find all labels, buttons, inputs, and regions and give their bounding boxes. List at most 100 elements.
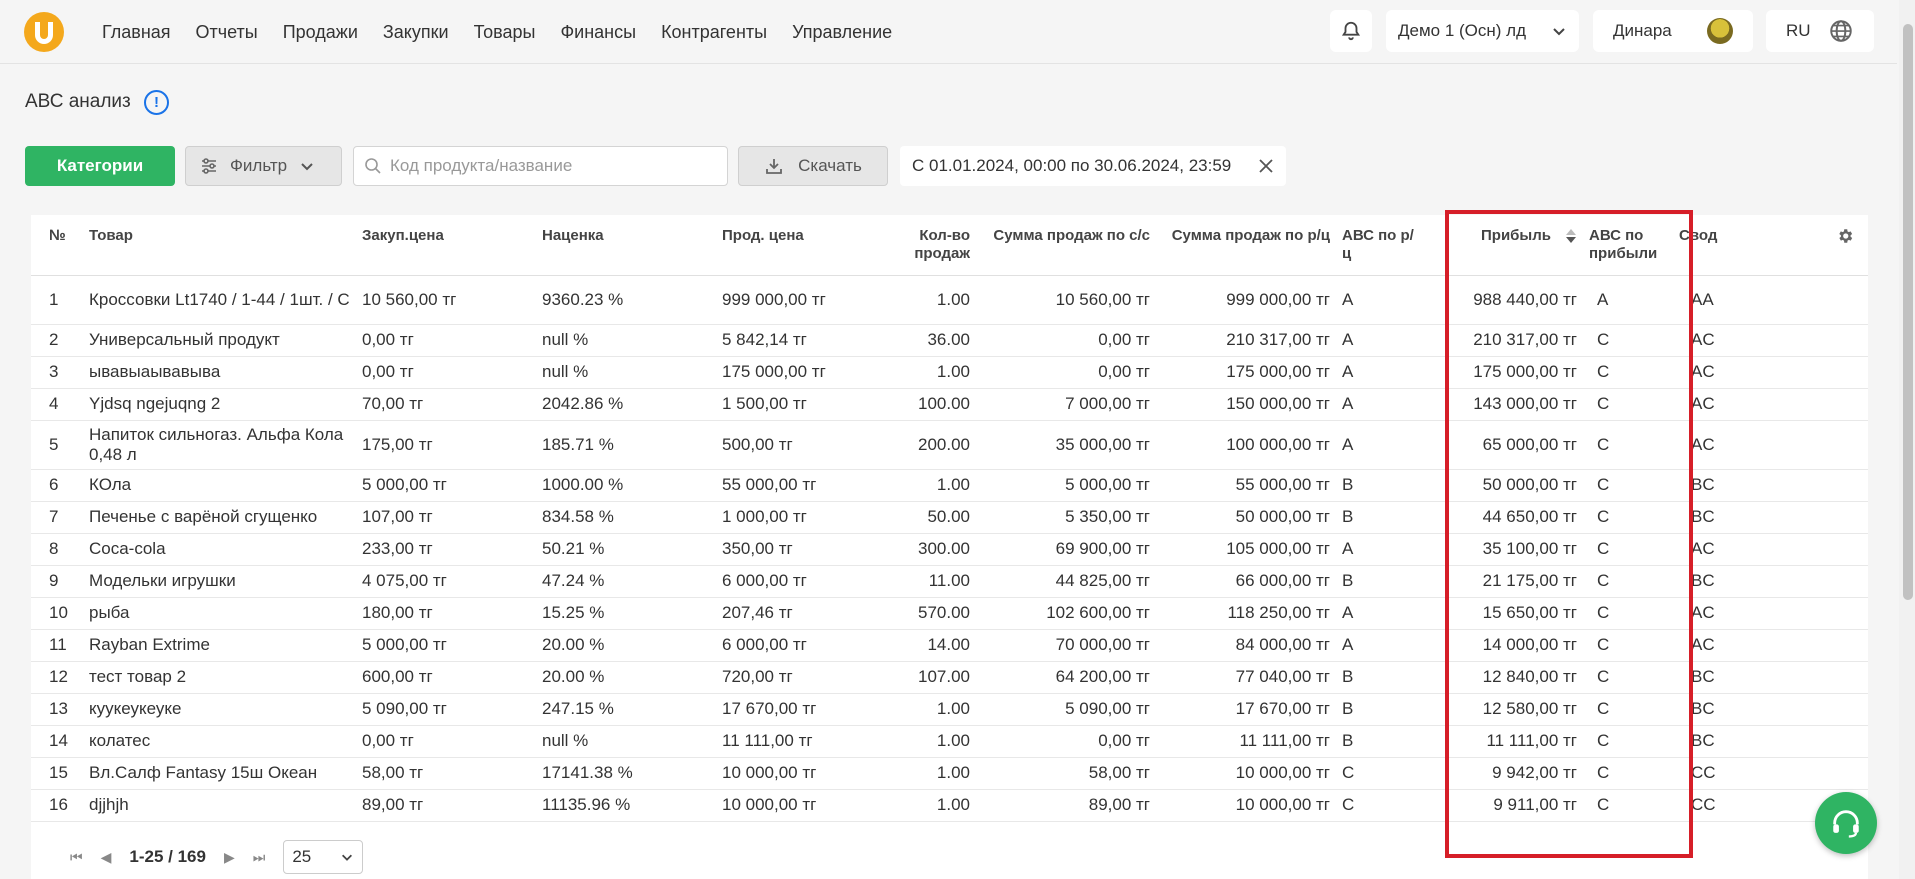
chevron-down-icon: [342, 854, 353, 861]
header-profit[interactable]: Прибыль: [1429, 215, 1583, 276]
cell-svod: BC: [1673, 501, 1868, 534]
cell-abc-retail: C: [1336, 789, 1429, 822]
cell-sale-price: 10 000,00 тг: [716, 789, 876, 822]
cell-profit: 12 840,00 тг: [1429, 661, 1583, 694]
cell-markup: 11135.96 %: [536, 789, 716, 822]
table-row[interactable]: 10 рыба 180,00 тг 15.25 % 207,46 тг 570.00 102…: [31, 597, 1868, 630]
header-abc-profit: АВС по прибыли: [1583, 215, 1673, 276]
page-size-select[interactable]: 25: [283, 840, 364, 874]
nav-item-reports[interactable]: Отчеты: [196, 22, 258, 43]
cell-qty: 36.00: [876, 324, 976, 357]
table-row[interactable]: 7 Печенье с варёной сгущенко 107,00 тг 834.…: [31, 501, 1868, 534]
logo[interactable]: [24, 12, 64, 52]
notifications-button[interactable]: [1330, 10, 1372, 52]
cell-abc-profit: C: [1583, 324, 1673, 357]
download-button[interactable]: Скачать: [738, 146, 888, 186]
table-row[interactable]: 16 djjhjh 89,00 тг 11135.96 % 10 000,00 тг 1.…: [31, 789, 1868, 822]
nav-item-finance[interactable]: Финансы: [560, 22, 636, 43]
company-select[interactable]: Демо 1 (Осн) лд: [1386, 10, 1579, 52]
table-row[interactable]: 6 КОла 5 000,00 тг 1000.00 % 55 000,00 тг 1.0…: [31, 469, 1868, 502]
top-navbar: Главная Отчеты Продажи Закупки Товары Фи…: [0, 0, 1897, 64]
nav-item-sales[interactable]: Продажи: [283, 22, 358, 43]
cell-abc-retail: A: [1336, 356, 1429, 389]
cell-qty: 1.00: [876, 757, 976, 790]
next-page-icon[interactable]: ▶: [224, 849, 235, 866]
abc-table: № Товар Закуп.цена Наценка Прод. цена Ко…: [31, 215, 1868, 822]
cell-profit: 15 650,00 тг: [1429, 597, 1583, 630]
cell-profit: 11 111,00 тг: [1429, 725, 1583, 758]
cell-abc-profit: C: [1583, 533, 1673, 566]
cell-markup: 9360.23 %: [536, 275, 716, 325]
nav-item-products[interactable]: Товары: [474, 22, 536, 43]
nav-item-contractors[interactable]: Контрагенты: [661, 22, 767, 43]
cell-sum-retail: 84 000,00 тг: [1156, 629, 1336, 662]
table-row[interactable]: 11 Rayban Extrime 5 000,00 тг 20.00 % 6 000,…: [31, 629, 1868, 662]
cell-markup: 247.15 %: [536, 693, 716, 726]
cell-sale-price: 1 000,00 тг: [716, 501, 876, 534]
cell-product: Кроссовки Lt1740 / 1-44 / 1шт. / С: [83, 275, 356, 325]
cell-product: Универсальный продукт: [83, 324, 356, 357]
cell-buy-price: 175,00 тг: [356, 420, 536, 470]
cell-abc-profit: C: [1583, 693, 1673, 726]
table-row[interactable]: 14 колатес 0,00 тг null % 11 111,00 тг 1.00 0,…: [31, 725, 1868, 758]
user-menu-button[interactable]: Динара: [1593, 10, 1753, 52]
cell-product: Rayban Extrime: [83, 629, 356, 662]
nav-item-home[interactable]: Главная: [102, 22, 171, 43]
cell-sale-price: 6 000,00 тг: [716, 629, 876, 662]
cell-svod: BC: [1673, 565, 1868, 598]
cell-profit: 65 000,00 тг: [1429, 420, 1583, 470]
cell-abc-profit: C: [1583, 789, 1673, 822]
table-row[interactable]: 8 Coca-cola 233,00 тг 50.21 % 350,00 тг 300.0…: [31, 533, 1868, 566]
cell-buy-price: 233,00 тг: [356, 533, 536, 566]
cell-buy-price: 0,00 тг: [356, 356, 536, 389]
cell-no: 2: [31, 324, 83, 357]
nav-item-purchases[interactable]: Закупки: [383, 22, 449, 43]
cell-buy-price: 89,00 тг: [356, 789, 536, 822]
last-page-icon[interactable]: ⏭: [253, 849, 266, 866]
cell-qty: 1.00: [876, 693, 976, 726]
cell-sum-retail: 210 317,00 тг: [1156, 324, 1336, 357]
cell-buy-price: 180,00 тг: [356, 597, 536, 630]
scrollbar-thumb[interactable]: [1903, 24, 1913, 600]
nav-item-management[interactable]: Управление: [792, 22, 892, 43]
cell-sale-price: 207,46 тг: [716, 597, 876, 630]
table-row[interactable]: 3 ывавыаывавыва 0,00 тг null % 175 000,00 тг…: [31, 356, 1868, 389]
table-row[interactable]: 5 Напиток сильногаз. Альфа Кола 0,48 л 175…: [31, 420, 1868, 470]
table-row[interactable]: 12 тест товар 2 600,00 тг 20.00 % 720,00 тг 1…: [31, 661, 1868, 694]
close-icon[interactable]: [1258, 158, 1274, 174]
sort-icon[interactable]: [1565, 227, 1577, 245]
cell-abc-retail: A: [1336, 597, 1429, 630]
cell-sale-price: 999 000,00 тг: [716, 275, 876, 325]
chevron-down-icon: [1553, 28, 1565, 36]
search-input[interactable]: [390, 156, 710, 176]
table-row[interactable]: 2 Универсальный продукт 0,00 тг null % 5 842…: [31, 324, 1868, 357]
cell-profit: 14 000,00 тг: [1429, 629, 1583, 662]
cell-svod: AC: [1673, 533, 1868, 566]
date-range-chip[interactable]: С 01.01.2024, 00:00 по 30.06.2024, 23:59: [900, 146, 1286, 186]
prev-page-icon[interactable]: ◀: [101, 849, 112, 866]
info-icon[interactable]: !: [144, 90, 169, 115]
support-chat-button[interactable]: [1815, 792, 1877, 854]
cell-abc-profit: C: [1583, 757, 1673, 790]
table-row[interactable]: 1 Кроссовки Lt1740 / 1-44 / 1шт. / С 10 56…: [31, 275, 1868, 325]
gear-icon[interactable]: [1836, 227, 1854, 245]
cell-profit: 44 650,00 тг: [1429, 501, 1583, 534]
bell-icon: [1341, 21, 1361, 41]
table-row[interactable]: 15 Вл.Салф Fantasy 15ш Океан 58,00 тг 17141…: [31, 757, 1868, 790]
cell-markup: 834.58 %: [536, 501, 716, 534]
user-name: Динара: [1613, 21, 1672, 40]
table-row[interactable]: 13 куукеукеуке 5 090,00 тг 247.15 % 17 670,0…: [31, 693, 1868, 726]
cell-sale-price: 350,00 тг: [716, 533, 876, 566]
table-row[interactable]: 9 Модельки игрушки 4 075,00 тг 47.24 % 6 000…: [31, 565, 1868, 598]
cell-sum-retail: 999 000,00 тг: [1156, 275, 1336, 325]
cell-sum-retail: 77 040,00 тг: [1156, 661, 1336, 694]
language-button[interactable]: RU: [1766, 10, 1874, 52]
first-page-icon[interactable]: ⏮: [70, 849, 83, 866]
cell-svod: AA: [1673, 275, 1868, 325]
categories-button[interactable]: Категории: [25, 146, 175, 186]
search-box[interactable]: [353, 146, 728, 186]
table-row[interactable]: 4 Yjdsq ngejuqng 2 70,00 тг 2042.86 % 1 500,…: [31, 388, 1868, 421]
globe-icon: [1830, 20, 1852, 42]
filter-button[interactable]: Фильтр: [185, 146, 342, 186]
cell-profit: 12 580,00 тг: [1429, 693, 1583, 726]
